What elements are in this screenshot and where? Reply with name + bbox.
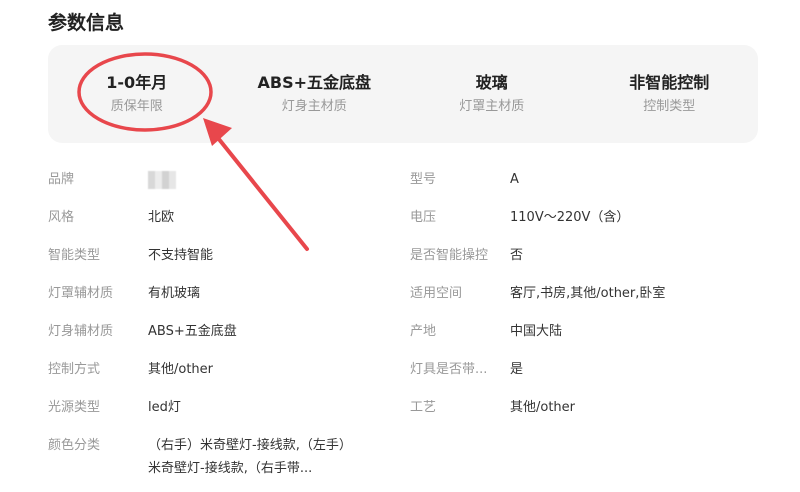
spec-row-smart-control: 是否智能操控 否: [410, 242, 780, 280]
summary-value: 非智能控制: [629, 73, 710, 92]
spec-row-model: 型号 A: [410, 166, 780, 204]
spec-value: ABS+五金底盘: [148, 324, 237, 339]
spec-row-smart-type: 智能类型 不支持智能: [48, 242, 378, 280]
spec-label: 适用空间: [410, 286, 463, 301]
section-title: 参数信息: [48, 12, 125, 34]
spec-value: 北欧: [148, 210, 175, 225]
spec-label: 型号: [410, 172, 437, 187]
spec-row-body-aux-material: 灯身辅材质 ABS+五金底盘: [48, 318, 378, 356]
spec-row-craft: 工艺 其他/other: [410, 394, 780, 432]
spec-label: 电压: [410, 210, 437, 225]
spec-label: 智能类型: [48, 248, 101, 263]
spec-row-color: 颜色分类 （右手）米奇壁灯-接线款,（左手）米奇壁灯-接线款,（右手带...: [48, 432, 378, 480]
summary-value: ABS+五金底盘: [257, 73, 371, 92]
spec-row-control-method: 控制方式 其他/other: [48, 356, 378, 394]
summary-key: 灯身主材质: [281, 99, 347, 114]
summary-body-material: ABS+五金底盘 灯身主材质: [226, 45, 404, 143]
spec-label: 光源类型: [48, 400, 101, 415]
spec-label: 风格: [48, 210, 75, 225]
spec-value: 否: [510, 248, 524, 263]
spec-list-right: 型号 A 电压 110V～220V（含） 是否智能操控 否 适用空间 客厅,书房…: [410, 166, 780, 432]
spec-label: 工艺: [410, 400, 437, 415]
spec-value: A: [510, 172, 519, 187]
spec-row-style: 风格 北欧: [48, 204, 378, 242]
blurred-brand: [148, 170, 176, 189]
spec-row-voltage: 电压 110V～220V（含）: [410, 204, 780, 242]
summary-key: 控制类型: [643, 99, 696, 114]
spec-value: led灯: [148, 400, 181, 415]
spec-value-brand: [148, 170, 176, 190]
spec-label: 颜色分类: [48, 438, 101, 453]
summary-key: 灯罩主材质: [459, 99, 525, 114]
summary-control-type: 非智能控制 控制类型: [581, 45, 759, 143]
spec-label: 灯身辅材质: [48, 324, 114, 339]
spec-row-brand: 品牌: [48, 166, 378, 204]
spec-label: 产地: [410, 324, 437, 339]
summary-shade-material: 玻璃 灯罩主材质: [403, 45, 581, 143]
spec-value: 其他/other: [510, 400, 576, 415]
spec-list-left: 品牌 风格 北欧 智能类型 不支持智能 灯罩辅材质 有机玻璃 灯身辅材质 ABS…: [48, 166, 378, 480]
summary-value: 1-0年月: [106, 73, 168, 92]
key-params-summary: 1-0年月 质保年限 ABS+五金底盘 灯身主材质 玻璃 灯罩主材质 非智能控制…: [48, 45, 758, 143]
spec-value: 其他/other: [148, 362, 214, 377]
summary-warranty: 1-0年月 质保年限: [48, 45, 226, 143]
spec-row-applicable-space: 适用空间 客厅,书房,其他/other,卧室: [410, 280, 780, 318]
spec-row-light-source: 光源类型 led灯: [48, 394, 378, 432]
summary-value: 玻璃: [475, 73, 508, 92]
spec-row-origin: 产地 中国大陆: [410, 318, 780, 356]
spec-value: 客厅,书房,其他/other,卧室: [510, 286, 666, 301]
spec-label: 是否智能操控: [410, 248, 489, 263]
spec-value: 有机玻璃: [148, 286, 201, 301]
spec-row-fixture-with: 灯具是否带... 是: [410, 356, 780, 394]
spec-value: 110V～220V（含）: [510, 210, 630, 225]
spec-value: 是: [510, 362, 524, 377]
spec-label: 品牌: [48, 172, 75, 187]
spec-value: 不支持智能: [148, 248, 214, 263]
spec-value: 中国大陆: [510, 324, 563, 339]
spec-row-shade-aux-material: 灯罩辅材质 有机玻璃: [48, 280, 378, 318]
spec-label: 控制方式: [48, 362, 101, 377]
spec-label: 灯具是否带...: [410, 362, 488, 377]
summary-key: 质保年限: [110, 99, 163, 114]
spec-value: （右手）米奇壁灯-接线款,（左手）米奇壁灯-接线款,（右手带...: [148, 438, 352, 476]
spec-label: 灯罩辅材质: [48, 286, 114, 301]
